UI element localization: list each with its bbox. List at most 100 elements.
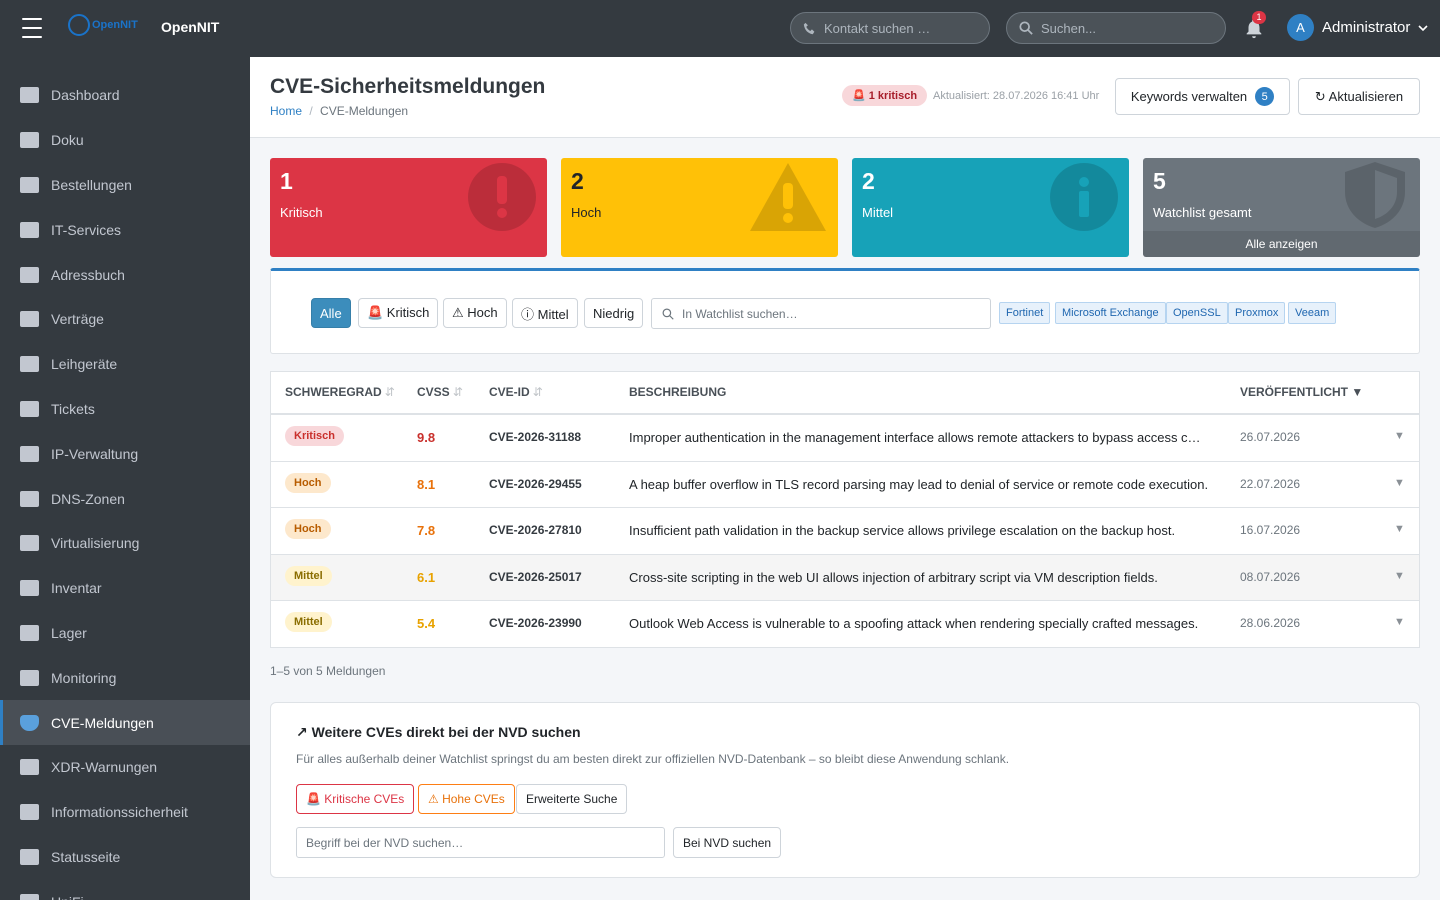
sidebar-item-dns-zonen[interactable]: DNS-Zonen <box>0 476 250 521</box>
info-circle-icon <box>1050 163 1118 231</box>
warehouse-icon <box>20 624 39 641</box>
chevron-down-icon <box>1418 24 1428 31</box>
expand-chevron-icon[interactable]: ▼ <box>1394 477 1405 489</box>
nvd-search-input[interactable]: Begriff bei der NVD suchen… <box>296 827 665 858</box>
keyword-tag[interactable]: Microsoft Exchange <box>1055 302 1166 324</box>
filter-panel: Alle 🚨 Kritisch ⚠ Hoch ⓘ Mittel Niedrig … <box>270 268 1420 354</box>
sidebar-item-leihgeräte[interactable]: Leihgeräte <box>0 342 250 387</box>
sidebar-item-cve-meldungen[interactable]: CVE-Meldungen <box>0 700 250 745</box>
sidebar-item-statusseite[interactable]: Statusseite <box>0 835 250 880</box>
sidebar-item-doku[interactable]: Doku <box>0 118 250 163</box>
stat-card-medium[interactable]: 2 Mittel <box>852 158 1129 257</box>
filter-critical-button[interactable]: 🚨 Kritisch <box>358 298 439 328</box>
user-name: Administrator <box>1322 19 1411 36</box>
sidebar-item-xdr-warnungen[interactable]: XDR-Warnungen <box>0 745 250 790</box>
sidebar-item-label: XDR-Warnungen <box>51 759 158 776</box>
stat-card-watchlist[interactable]: 5 Watchlist gesamt Alle anzeigen <box>1143 158 1420 257</box>
sidebar-item-tickets[interactable]: Tickets <box>0 387 250 432</box>
cve-id: CVE-2026-31188 <box>489 430 582 444</box>
refresh-button[interactable]: ↻ Aktualisieren <box>1298 78 1420 115</box>
column-header-severity[interactable]: SCHWEREGRAD ⇵ <box>285 385 395 399</box>
filter-medium-button[interactable]: ⓘ Mittel <box>512 298 578 328</box>
sidebar-item-informationssicherheit[interactable]: Informationssicherheit <box>0 790 250 835</box>
keyword-tag[interactable]: Fortinet <box>999 302 1051 324</box>
global-search-input[interactable]: Suchen... <box>1006 12 1226 44</box>
published-date: 08.07.2026 <box>1240 569 1301 584</box>
expand-chevron-icon[interactable]: ▼ <box>1394 430 1405 442</box>
cart-icon <box>20 176 39 193</box>
nvd-advanced-search-button[interactable]: Erweiterte Suche <box>516 784 628 814</box>
sidebar: Dashboard Doku Bestellungen IT-Services Adre… <box>0 57 250 900</box>
manage-keywords-button[interactable]: Keywords verwalten 5 <box>1115 78 1290 115</box>
breadcrumb: Home / CVE-Meldungen <box>270 104 408 118</box>
last-updated-text: Aktualisiert: 28.07.2026 16:41 Uhr <box>933 90 1100 102</box>
sidebar-item-label: Informationssicherheit <box>51 804 188 821</box>
sidebar-item-ip-verwaltung[interactable]: IP-Verwaltung <box>0 431 250 476</box>
critical-count-badge: 🚨 1 kritisch <box>842 85 928 106</box>
sidebar-item-dashboard[interactable]: Dashboard <box>0 73 250 118</box>
sidebar-item-label: IP-Verwaltung <box>51 445 139 462</box>
sidebar-item-monitoring[interactable]: Monitoring <box>0 655 250 700</box>
cve-id: CVE-2026-27810 <box>489 523 582 537</box>
cve-id: CVE-2026-23990 <box>489 616 582 630</box>
keyword-tag[interactable]: Veeam <box>1288 302 1337 324</box>
sidebar-item-inventar[interactable]: Inventar <box>0 566 250 611</box>
user-menu[interactable]: A Administrator <box>1287 14 1428 41</box>
keyword-tag[interactable]: Proxmox <box>1228 302 1286 324</box>
filter-high-button[interactable]: ⚠ Hoch <box>443 298 507 328</box>
nvd-search-button[interactable]: Bei NVD suchen <box>673 827 782 858</box>
filter-low-button[interactable]: Niedrig <box>584 298 644 328</box>
watchlist-search-input[interactable]: In Watchlist suchen… <box>651 298 991 329</box>
contact-search-input[interactable]: Kontakt suchen … <box>790 12 990 44</box>
published-date: 28.06.2026 <box>1240 616 1301 630</box>
sidebar-item-verträge[interactable]: Verträge <box>0 297 250 342</box>
severity-badge: Hoch <box>285 519 331 539</box>
table-row[interactable]: Hoch 7.8 CVE-2026-27810 Insufficient path v… <box>271 508 1419 555</box>
warning-triangle-icon <box>750 163 826 231</box>
top-navbar: OpenNIT OpenNIT Kontakt suchen … Suchen.… <box>0 0 1440 57</box>
table-header: SCHWEREGRAD ⇵ CVSS ⇵ CVE-ID ⇵ BESCHREIBUNG … <box>271 372 1419 415</box>
search-icon <box>1019 21 1033 35</box>
column-header-cve-id[interactable]: CVE-ID ⇵ <box>489 385 543 399</box>
breadcrumb-current: CVE-Meldungen <box>320 104 409 118</box>
nvd-search-panel: ↗ Weitere CVEs direkt bei der NVD suchen… <box>270 702 1420 878</box>
sidebar-item-it-services[interactable]: IT-Services <box>0 207 250 252</box>
table-row[interactable]: Mittel 6.1 CVE-2026-25017 Cross-site script… <box>271 554 1419 601</box>
sidebar-item-bestellungen[interactable]: Bestellungen <box>0 163 250 208</box>
expand-chevron-icon[interactable]: ▼ <box>1394 523 1405 535</box>
sidebar-item-label: Tickets <box>51 400 95 417</box>
logo[interactable]: OpenNIT <box>68 14 138 36</box>
sidebar-item-label: Verträge <box>51 311 104 328</box>
hamburger-menu-icon[interactable] <box>22 18 42 38</box>
keyword-tag[interactable]: OpenSSL <box>1166 302 1228 324</box>
expand-chevron-icon[interactable]: ▼ <box>1394 570 1405 582</box>
stat-card-critical[interactable]: 1 Kritisch <box>270 158 547 257</box>
address-book-icon <box>20 266 39 283</box>
table-row[interactable]: Hoch 8.1 CVE-2026-29455 A heap buffer overf… <box>271 462 1419 508</box>
sort-icon: ⇵ <box>532 385 543 399</box>
laptop-icon <box>20 356 39 373</box>
exclamation-circle-icon <box>468 163 536 231</box>
table-row[interactable]: Kritisch 9.8 CVE-2026-31188 Improper authen… <box>271 415 1419 462</box>
expand-chevron-icon[interactable]: ▼ <box>1394 616 1405 628</box>
brand-name[interactable]: OpenNIT <box>161 19 219 35</box>
sidebar-item-unifi[interactable]: UniFi <box>0 879 250 900</box>
cve-id: CVE-2026-29455 <box>489 476 582 491</box>
column-header-published[interactable]: VERÖFFENTLICHT ▼ <box>1240 385 1363 399</box>
nvd-high-button[interactable]: ⚠ Hohe CVEs <box>418 784 515 814</box>
nvd-critical-button[interactable]: 🚨 Kritische CVEs <box>296 784 415 814</box>
column-header-cvss[interactable]: CVSS ⇵ <box>417 385 463 399</box>
sidebar-item-virtualisierung[interactable]: Virtualisierung <box>0 521 250 566</box>
cve-description: Insufficient path validation in the back… <box>629 523 1176 538</box>
logo-globe-icon <box>68 14 90 36</box>
severity-badge: Kritisch <box>285 426 344 446</box>
sidebar-item-adressbuch[interactable]: Adressbuch <box>0 252 250 297</box>
show-all-link[interactable]: Alle anzeigen <box>1143 231 1420 257</box>
sidebar-item-lager[interactable]: Lager <box>0 611 250 656</box>
breadcrumb-home-link[interactable]: Home <box>270 104 302 118</box>
table-row[interactable]: Mittel 5.4 CVE-2026-23990 Outlook Web Acces… <box>271 601 1419 648</box>
cve-table: SCHWEREGRAD ⇵ CVSS ⇵ CVE-ID ⇵ BESCHREIBUNG … <box>270 371 1420 648</box>
filter-all-button[interactable]: Alle <box>311 298 351 328</box>
stat-card-high[interactable]: 2 Hoch <box>561 158 838 257</box>
sidebar-item-label: Statusseite <box>51 848 121 865</box>
